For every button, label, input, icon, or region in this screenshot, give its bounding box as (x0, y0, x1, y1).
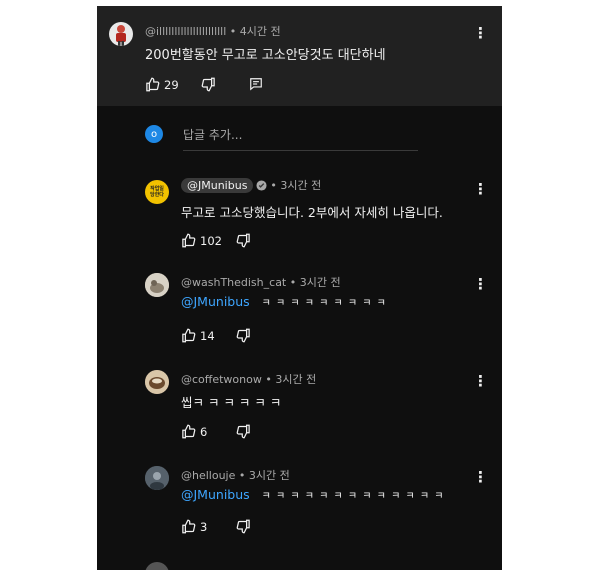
avatar[interactable]: 작업일 당한다 (145, 180, 169, 204)
like-count: 29 (164, 77, 179, 92)
verified-icon (256, 179, 267, 191)
avatar[interactable] (109, 22, 133, 46)
comment-time: • 3시간 전 (238, 469, 290, 482)
like-icon[interactable] (145, 77, 160, 92)
comment-text: 무고로 고소당했습니다. 2부에서 자세히 나옵니다. (181, 205, 443, 220)
comment-author[interactable]: @illllllllllllllllllllll (145, 25, 226, 38)
like-icon[interactable] (181, 233, 196, 248)
like-count: 6 (200, 424, 208, 439)
more-options-icon[interactable]: ⋮ (473, 26, 488, 41)
comment-text: ㅋ ㅋ ㅋ ㅋ ㅋ ㅋ ㅋ ㅋ ㅋ ㅋ ㅋ ㅋ ㅋ (261, 491, 445, 502)
user-avatar: o (145, 125, 163, 143)
comment-text: ㅋ ㅋ ㅋ ㅋ ㅋ ㅋ ㅋ ㅋ ㅋ (261, 298, 387, 309)
dislike-icon[interactable] (236, 424, 251, 439)
like-count: 3 (200, 519, 208, 534)
top-comment: @illllllllllllllllllllll • 4시간 전 ⋮ 200번할… (97, 6, 502, 106)
reply-input-underline (183, 150, 418, 151)
reply-icon[interactable] (249, 77, 263, 91)
comment-time: • 3시간 전 (289, 276, 341, 289)
comment-text: 씹ㅋ ㅋ ㅋ ㅋ ㅋ ㅋ (181, 395, 282, 410)
user-avatar-letter: o (150, 128, 158, 140)
comment-time: • 4시간 전 (229, 25, 281, 38)
reply-mention[interactable]: @JMunibus (181, 487, 250, 502)
reply-mention[interactable]: @JMunibus (181, 294, 250, 309)
comment-time: • 3시간 전 (265, 373, 317, 386)
avatar[interactable] (145, 273, 169, 297)
like-icon[interactable] (181, 424, 196, 439)
comment-time: • 3시간 전 (270, 179, 322, 192)
avatar-label: 작업일 당한다 (150, 186, 164, 198)
like-count: 102 (200, 233, 222, 248)
dislike-icon[interactable] (236, 328, 251, 343)
more-options-icon[interactable]: ⋮ (473, 470, 488, 485)
comment-thread: @illllllllllllllllllllll • 4시간 전 ⋮ 200번할… (97, 6, 502, 570)
more-options-icon[interactable]: ⋮ (473, 277, 488, 292)
dislike-icon[interactable] (236, 233, 251, 248)
add-reply-input[interactable]: 답글 추가... (183, 126, 242, 143)
comment-text: 200번할동안 무고로 고소안당것도 대단하네 (145, 48, 386, 63)
comment-author[interactable]: @JMunibus (181, 177, 254, 193)
dislike-icon[interactable] (236, 519, 251, 534)
more-options-icon[interactable]: ⋮ (473, 182, 488, 197)
like-icon[interactable] (181, 328, 196, 343)
dislike-icon[interactable] (201, 77, 216, 92)
comment-author[interactable]: @hellouje (181, 469, 235, 482)
more-options-icon[interactable]: ⋮ (473, 374, 488, 389)
like-count: 14 (200, 328, 215, 343)
like-icon[interactable] (181, 519, 196, 534)
avatar[interactable] (145, 466, 169, 490)
comment-author[interactable]: @washThedish_cat (181, 276, 286, 289)
avatar[interactable] (145, 562, 169, 570)
comment-author[interactable]: @coffetwonow (181, 373, 262, 386)
avatar[interactable] (145, 370, 169, 394)
